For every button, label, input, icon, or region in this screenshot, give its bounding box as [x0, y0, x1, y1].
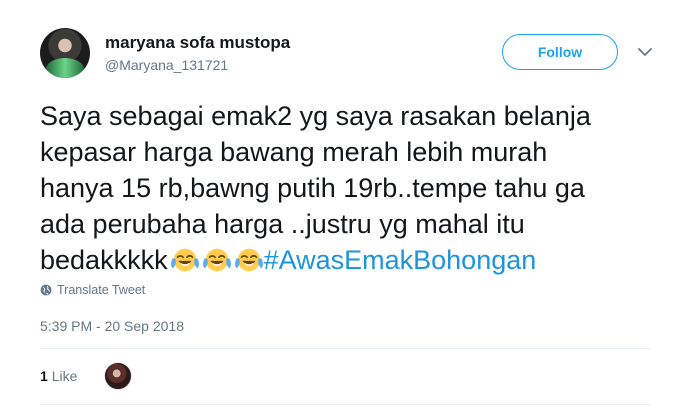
globe-icon [40, 284, 52, 296]
avatar-shoulder-decoration [46, 58, 84, 78]
divider-top [40, 348, 651, 349]
chevron-down-icon-svg [638, 47, 652, 56]
tweet-text: Saya sebagai emak2 yg saya rasakan belan… [40, 98, 670, 278]
liker-avatar[interactable] [104, 362, 132, 390]
tweet-line-last: bedakkkkk #AwasEmakBohongan [40, 242, 670, 278]
like-count-number: 1 [40, 368, 48, 384]
tweet-line: kepasar harga bawang merah lebih murah [40, 137, 548, 167]
emoji-group [168, 245, 264, 275]
follow-button[interactable]: Follow [502, 34, 618, 70]
user-display-name[interactable]: maryana sofa mustopa [105, 33, 290, 53]
tweet-line: hanya 15 rb,bawng putih 19rb..tempe tahu… [40, 173, 585, 203]
tweet-line-text: bedakkkkk [40, 245, 168, 275]
chevron-down-icon[interactable] [637, 44, 653, 60]
translate-tweet-link[interactable]: Translate Tweet [40, 283, 145, 297]
translate-tweet-label: Translate Tweet [57, 283, 146, 297]
user-avatar[interactable] [40, 28, 90, 78]
user-handle[interactable]: @Maryana_131721 [105, 57, 228, 73]
tears-of-joy-emoji-icon [170, 248, 199, 272]
like-count-label: Like [51, 368, 78, 384]
tears-of-joy-emoji-icon [202, 248, 231, 272]
like-count[interactable]: 1 Like [40, 368, 77, 384]
tweet-timestamp[interactable]: 5:39 PM - 20 Sep 2018 [40, 318, 184, 334]
hashtag-link[interactable]: #AwasEmakBohongan [264, 245, 537, 275]
tweet-line: ada perubaha harga ..justru yg mahal itu [40, 209, 525, 239]
tears-of-joy-emoji-icon [234, 248, 263, 272]
divider-bottom [40, 404, 651, 405]
tweet-line: Saya sebagai emak2 yg saya rasakan belan… [40, 101, 591, 131]
